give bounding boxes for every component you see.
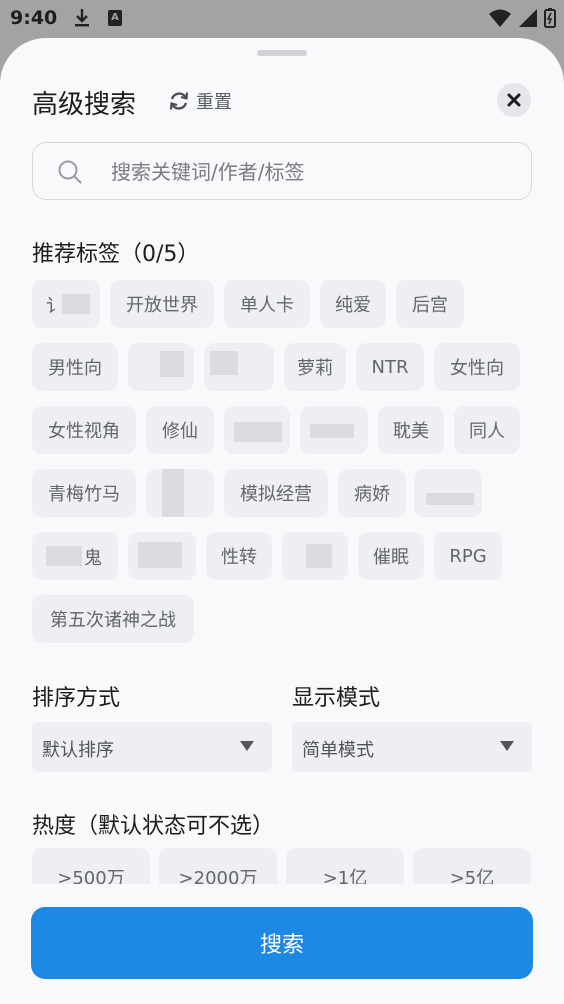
close-icon: [507, 93, 521, 107]
tag-chip[interactable]: NTR: [356, 343, 424, 391]
recommended-tags-title: 推荐标签（0/5）: [32, 242, 200, 267]
close-button[interactable]: [497, 83, 531, 117]
download-icon: [75, 9, 89, 27]
tag-chip[interactable]: 第五次诸神之战: [32, 595, 194, 643]
sort-selected: 默认排序: [42, 740, 114, 761]
tag-chip[interactable]: 女性视角: [32, 406, 136, 454]
tag-chip-obscured[interactable]: [128, 532, 196, 580]
tag-chip-obscured[interactable]: 鬼: [32, 532, 118, 580]
blurred-tag-text: [46, 546, 82, 566]
blurred-tag-text: [62, 294, 90, 314]
heat-option[interactable]: >1亿: [286, 848, 404, 884]
tag-chip-obscured[interactable]: [414, 469, 482, 517]
tag-chip[interactable]: 纯爱: [320, 280, 386, 328]
blurred-tag-text: [306, 544, 332, 568]
tag-partial-glyph: 鬼: [84, 548, 102, 569]
tag-chip-obscured[interactable]: [204, 343, 274, 391]
reset-button[interactable]: 重置: [168, 88, 232, 114]
tag-chip[interactable]: 催眠: [358, 532, 424, 580]
dropdown-arrow-icon: [240, 741, 254, 751]
tag-chip-obscured[interactable]: [146, 469, 214, 517]
sheet-drag-handle[interactable]: [257, 50, 307, 56]
tag-chip-obscured[interactable]: [128, 343, 194, 391]
tag-chip[interactable]: RPG: [434, 532, 502, 580]
search-button[interactable]: 搜索: [31, 907, 533, 979]
page-title: 高级搜索: [32, 90, 137, 120]
display-mode-selected: 简单模式: [302, 740, 374, 761]
tag-chip[interactable]: 模拟经营: [224, 469, 328, 517]
tag-chip[interactable]: 耽美: [378, 406, 444, 454]
blurred-tag-text: [160, 351, 184, 377]
tag-chip-obscured[interactable]: 讠: [32, 280, 100, 328]
tag-chip[interactable]: 同人: [454, 406, 520, 454]
sort-dropdown[interactable]: 默认排序: [32, 722, 272, 772]
blurred-tag-text: [426, 493, 474, 505]
refresh-icon: [169, 92, 189, 110]
blurred-tag-text: [310, 424, 354, 438]
status-icons: [488, 8, 556, 28]
tag-chip[interactable]: 开放世界: [110, 280, 214, 328]
wifi-icon: [489, 9, 511, 27]
tag-chip[interactable]: 女性向: [434, 343, 520, 391]
search-input[interactable]: [111, 143, 511, 201]
blurred-tag-text: [138, 542, 182, 568]
tag-chip[interactable]: 修仙: [146, 406, 214, 454]
tag-chip-obscured[interactable]: [224, 406, 290, 454]
status-time: 9:40: [10, 7, 58, 29]
heat-title: 热度（默认状态可不选）: [32, 814, 275, 839]
heat-option[interactable]: >2000万: [159, 848, 277, 884]
tag-chip[interactable]: 青梅竹马: [32, 469, 136, 517]
display-mode-title: 显示模式: [292, 686, 381, 711]
heat-options: >500万 >2000万 >1亿 >5亿: [0, 848, 564, 884]
status-bar: 9:40 A: [0, 0, 564, 38]
app-notification-icon: A: [108, 10, 122, 26]
blurred-tag-text: [210, 351, 238, 375]
reset-label: 重置: [196, 92, 232, 113]
tag-chip[interactable]: 萝莉: [284, 343, 346, 391]
search-icon: [58, 160, 82, 184]
signal-icon: [519, 9, 537, 27]
search-field[interactable]: [32, 142, 532, 201]
blurred-tag-text: [234, 422, 282, 442]
tag-chip[interactable]: 病娇: [338, 469, 406, 517]
blurred-tag-text: [162, 469, 184, 517]
tag-chip[interactable]: 男性向: [32, 343, 118, 391]
advanced-search-sheet: 高级搜索 重置 推荐标签（0/5） 讠 开放世界 单人卡 纯爱 后宫 男性向: [0, 38, 564, 1004]
tag-chip-obscured[interactable]: [300, 406, 368, 454]
tag-chip-obscured[interactable]: [282, 532, 348, 580]
battery-icon: [544, 8, 556, 28]
heat-option[interactable]: >500万: [32, 848, 150, 884]
tag-chip[interactable]: 性转: [206, 532, 272, 580]
tag-chip[interactable]: 单人卡: [224, 280, 310, 328]
sort-title: 排序方式: [32, 686, 121, 711]
tag-chip[interactable]: 后宫: [396, 280, 464, 328]
dropdown-arrow-icon: [500, 741, 514, 751]
heat-option[interactable]: >5亿: [413, 848, 531, 884]
display-mode-dropdown[interactable]: 简单模式: [292, 722, 532, 772]
